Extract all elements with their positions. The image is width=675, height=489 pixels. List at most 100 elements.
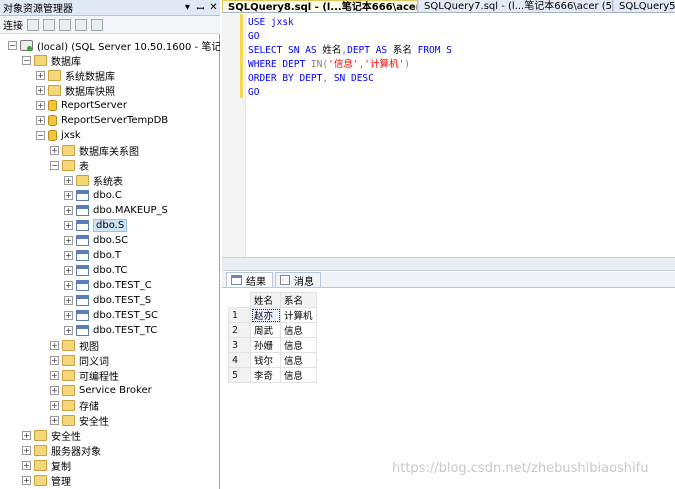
expand-icon[interactable]: + xyxy=(36,71,45,80)
expand-icon[interactable]: + xyxy=(50,386,59,395)
expand-icon[interactable]: + xyxy=(22,461,31,470)
grid-cell[interactable]: 李奇 xyxy=(250,367,281,383)
tree-node[interactable]: + dbo.C xyxy=(64,188,122,203)
connect-button[interactable]: 连接 xyxy=(3,17,23,32)
tree-node[interactable]: + 可编程性 xyxy=(50,368,119,383)
expand-icon[interactable]: + xyxy=(64,311,73,320)
expand-icon[interactable]: + xyxy=(64,251,73,260)
expand-icon[interactable]: + xyxy=(36,101,45,110)
tree-node[interactable]: + 服务器对象 xyxy=(22,443,101,458)
expand-icon[interactable]: + xyxy=(64,281,73,290)
tree-node[interactable]: − jxsk xyxy=(36,128,81,143)
row-number[interactable]: 4 xyxy=(228,352,251,368)
expand-icon[interactable]: + xyxy=(36,86,45,95)
tree-node[interactable]: − (local) (SQL Server 10.50.1600 - 笔记本666… xyxy=(8,38,220,53)
expand-icon[interactable]: + xyxy=(64,266,73,275)
query-editor[interactable]: USE jxsk GO SELECT SN AS 姓名,DEPT AS 系名 FRO… xyxy=(222,14,675,257)
tree-node[interactable]: + dbo.TEST_TC xyxy=(64,323,157,338)
tree-node[interactable]: + 数据库快照 xyxy=(36,83,115,98)
table-row[interactable]: 3 孙姗 信息 xyxy=(228,337,317,353)
expand-icon[interactable]: + xyxy=(64,221,73,230)
tree-node[interactable]: + 复制 xyxy=(22,458,71,473)
expand-icon[interactable]: + xyxy=(64,176,73,185)
grid-cell[interactable]: 计算机 xyxy=(280,307,317,323)
column-header[interactable]: 姓名 xyxy=(250,292,281,308)
window-position-icon[interactable]: ▾ xyxy=(181,2,194,13)
tree-node[interactable]: + ReportServerTempDB xyxy=(36,113,168,128)
stop-icon[interactable] xyxy=(59,18,71,31)
tree-node[interactable]: + 同义词 xyxy=(50,353,109,368)
grid-cell[interactable]: 赵亦 xyxy=(250,307,281,323)
expand-icon[interactable]: + xyxy=(22,476,31,485)
tree-node[interactable]: + 数据库关系图 xyxy=(50,143,139,158)
table-row[interactable]: 2 周武 信息 xyxy=(228,322,317,338)
collapse-icon[interactable]: − xyxy=(50,161,59,170)
row-number[interactable]: 2 xyxy=(228,322,251,338)
expand-icon[interactable]: + xyxy=(64,326,73,335)
refresh-icon[interactable] xyxy=(91,18,103,31)
tree-node[interactable]: + ReportServer xyxy=(36,98,127,113)
results-grid[interactable]: 姓名 系名 1 赵亦 计算机 2 周武 信息 3 孙姗 信息 4 钱尔 信息 5 李奇 信息 xyxy=(228,292,317,383)
tree-node[interactable]: + 安全性 xyxy=(22,428,81,443)
expand-icon[interactable]: + xyxy=(50,401,59,410)
grid-cell[interactable]: 信息 xyxy=(280,352,317,368)
expand-icon[interactable]: + xyxy=(50,371,59,380)
expand-icon[interactable]: + xyxy=(50,356,59,365)
tree-node[interactable]: − 数据库 xyxy=(22,53,81,68)
tree-node[interactable]: + dbo.S xyxy=(64,218,128,233)
tab-messages[interactable]: 消息 xyxy=(275,272,321,288)
editor-code[interactable]: USE jxsk GO SELECT SN AS 姓名,DEPT AS 系名 FRO… xyxy=(248,16,452,100)
table-row[interactable]: 1 赵亦 计算机 xyxy=(228,307,317,323)
table-row[interactable]: 4 钱尔 信息 xyxy=(228,352,317,368)
collapse-icon[interactable]: − xyxy=(8,41,17,50)
collapse-icon[interactable]: − xyxy=(22,56,31,65)
tree-node[interactable]: + dbo.TEST_SC xyxy=(64,308,158,323)
expand-icon[interactable]: + xyxy=(50,341,59,350)
table-row[interactable]: 5 李奇 信息 xyxy=(228,367,317,383)
grid-cell[interactable]: 信息 xyxy=(280,367,317,383)
pin-icon[interactable]: ꟷ xyxy=(194,1,207,15)
expand-icon[interactable]: + xyxy=(36,116,45,125)
tree-node[interactable]: + 系统数据库 xyxy=(36,68,115,83)
expand-icon[interactable]: + xyxy=(50,146,59,155)
document-tab[interactable]: SQLQuery7.sql - (l...笔记本666\acer (59))* xyxy=(419,0,613,12)
tree-node[interactable]: + 管理 xyxy=(22,473,71,488)
tree-node[interactable]: + 安全性 xyxy=(50,413,109,428)
filter-icon[interactable] xyxy=(75,18,87,31)
tree-node[interactable]: + 系统表 xyxy=(64,173,123,188)
expand-icon[interactable]: + xyxy=(64,236,73,245)
row-number[interactable]: 1 xyxy=(228,307,251,323)
document-tab[interactable]: SQLQuery5. xyxy=(614,0,675,12)
tree-node[interactable]: + dbo.TEST_S xyxy=(64,293,151,308)
grid-cell[interactable]: 信息 xyxy=(280,337,317,353)
close-icon[interactable]: ✕ xyxy=(207,2,220,13)
row-number[interactable]: 3 xyxy=(228,337,251,353)
tree-node[interactable]: − 表 xyxy=(50,158,89,173)
grid-cell[interactable]: 信息 xyxy=(280,322,317,338)
expand-icon[interactable]: + xyxy=(22,431,31,440)
expand-icon[interactable]: + xyxy=(22,446,31,455)
connect-icon[interactable] xyxy=(27,18,39,31)
editor-results-splitter[interactable] xyxy=(222,257,675,271)
tree-node[interactable]: + dbo.SC xyxy=(64,233,128,248)
expand-icon[interactable]: + xyxy=(64,206,73,215)
expand-icon[interactable]: + xyxy=(64,191,73,200)
grid-cell[interactable]: 周武 xyxy=(250,322,281,338)
tree-node[interactable]: + 视图 xyxy=(50,338,99,353)
tree-node[interactable]: + dbo.TEST_C xyxy=(64,278,152,293)
grid-cell[interactable]: 孙姗 xyxy=(250,337,281,353)
tree-node[interactable]: + dbo.MAKEUP_S xyxy=(64,203,168,218)
tree-node[interactable]: + 存储 xyxy=(50,398,99,413)
tree-node[interactable]: + dbo.TC xyxy=(64,263,127,278)
row-number[interactable]: 5 xyxy=(228,367,251,383)
tab-results[interactable]: 结果 xyxy=(226,272,273,288)
document-tab[interactable]: SQLQuery8.sql - (l...笔记本666\acer (63))* xyxy=(222,0,418,12)
tree-node[interactable]: + Service Broker xyxy=(50,383,152,398)
grid-cell[interactable]: 钱尔 xyxy=(250,352,281,368)
expand-icon[interactable]: + xyxy=(64,296,73,305)
disconnect-icon[interactable] xyxy=(43,18,55,31)
tree-node[interactable]: + dbo.T xyxy=(64,248,121,263)
collapse-icon[interactable]: − xyxy=(36,131,45,140)
column-header[interactable]: 系名 xyxy=(280,292,317,308)
expand-icon[interactable]: + xyxy=(50,416,59,425)
